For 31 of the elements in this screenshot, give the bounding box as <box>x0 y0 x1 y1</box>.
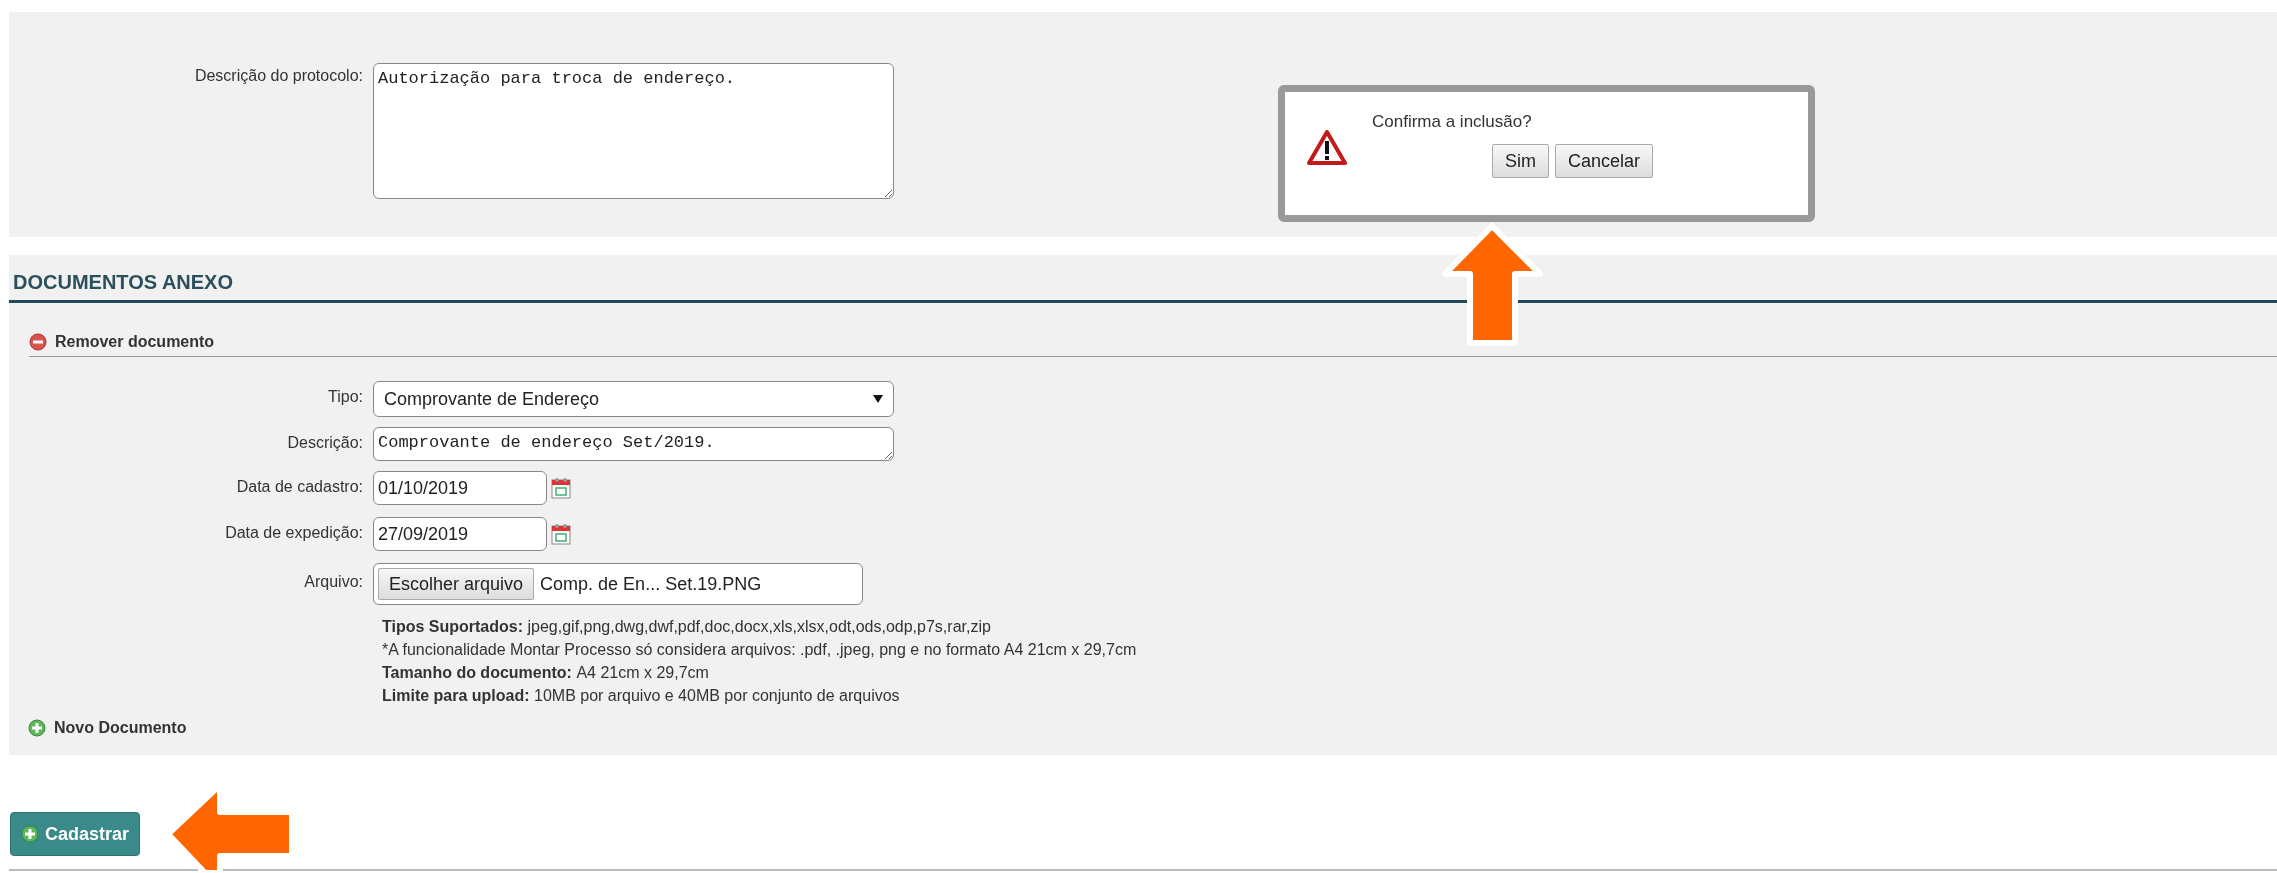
date-field[interactable]: 01/10/2019 <box>373 471 547 505</box>
type-select[interactable]: Comprovante de Endereço <box>373 381 894 417</box>
dialog-button[interactable]: Cancelar <box>1555 144 1654 178</box>
field-label: Descrição: <box>286 433 363 452</box>
file-name: Comp. de En... Set.19.PNG <box>540 573 762 595</box>
date-field[interactable]: 27/09/2019 <box>373 517 547 551</box>
add-icon <box>28 719 46 737</box>
remove-document-link[interactable]: Remover documento <box>55 333 215 351</box>
field-label: Data de expedição: <box>224 523 363 542</box>
new-document-link[interactable]: Novo Documento <box>54 719 187 737</box>
upload-note: Tamanho do documento: A4 21cm x 29,7cm <box>382 663 710 683</box>
warning-icon <box>1307 130 1347 166</box>
choose-file-button[interactable]: Escolher arquivo <box>378 568 535 600</box>
dialog-message: Confirma a inclusão? <box>1372 112 1532 132</box>
dialog-button[interactable]: Sim <box>1492 144 1549 178</box>
protocol-description-field[interactable]: Autorização para troca de endereço. <box>373 63 894 199</box>
file-field[interactable]: Escolher arquivo Comp. de En... Set.19.PNG <box>373 563 863 605</box>
field-label: Data de cadastro: <box>235 477 363 496</box>
remove-icon <box>29 333 47 351</box>
upload-note: Limite para upload: 10MB por arquivo e 40MB por conjunto de arquivos <box>382 686 901 706</box>
field-label: Descrição do protocolo: <box>193 66 363 85</box>
field-label: Arquivo: <box>303 572 363 591</box>
calendar-icon[interactable] <box>551 523 571 545</box>
upload-note: *A funcionalidade Montar Processo só considera arquivos: .pdf, .jpeg, png e no formato A4 21cm x 29,7cm <box>382 640 1138 660</box>
register-button[interactable]: Cadastrar <box>10 812 141 856</box>
caret-icon <box>873 395 883 403</box>
calendar-icon[interactable] <box>551 477 571 499</box>
add-icon <box>21 825 39 843</box>
upload-note: Tipos Suportados: jpeg,gif,png,dwg,dwf,pdf,doc,docx,xls,xlsx,odt,ods,odp,p7s,rar,zip <box>382 617 992 637</box>
description-field[interactable]: Comprovante de endereço Set/2019. <box>373 427 894 461</box>
field-label: Tipo: <box>327 387 363 406</box>
